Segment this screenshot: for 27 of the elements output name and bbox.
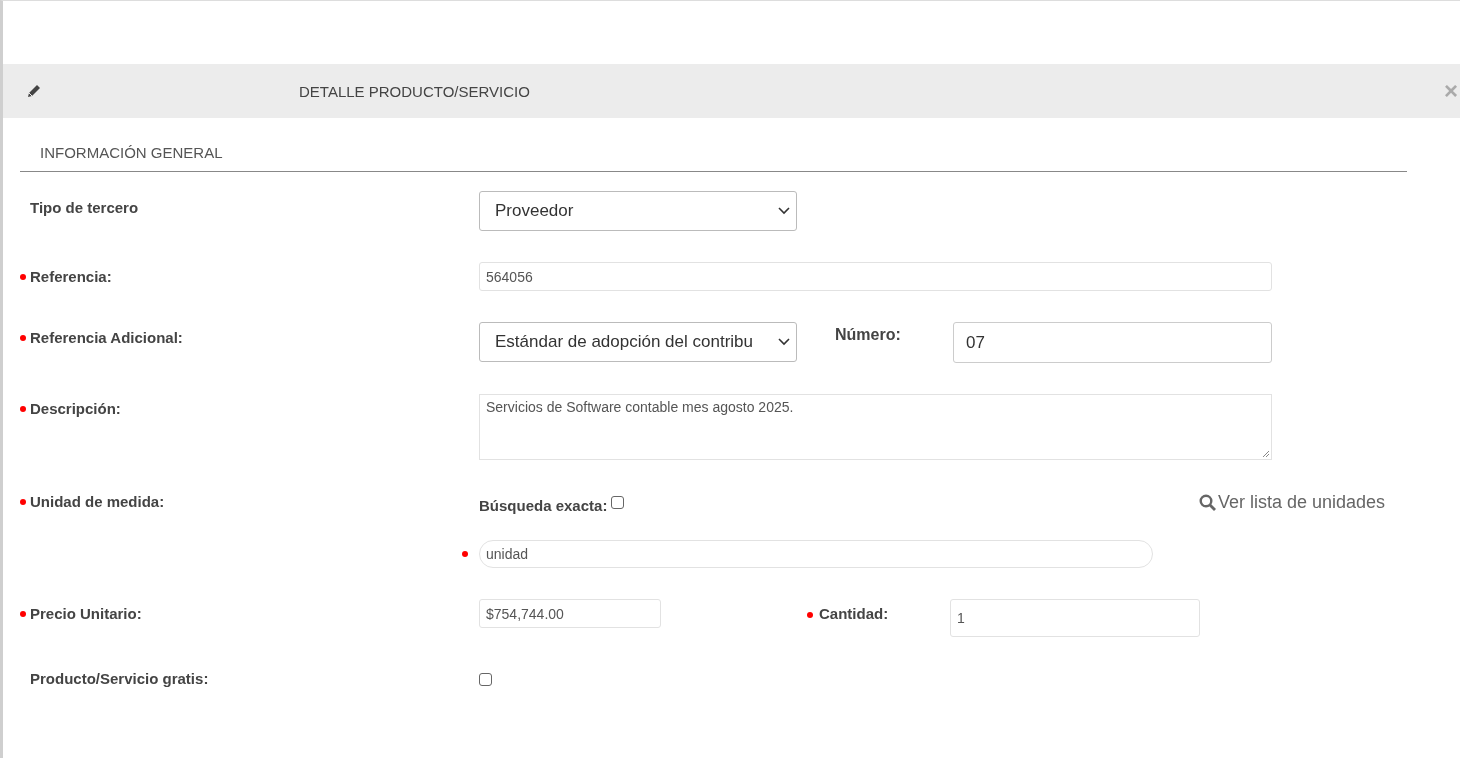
select-field[interactable]: Proveedor bbox=[479, 191, 797, 231]
checkbox[interactable] bbox=[479, 673, 492, 686]
input-field[interactable]: 07 bbox=[953, 322, 1272, 363]
resize-grip-icon[interactable] bbox=[1262, 450, 1270, 458]
section-title: INFORMACIÓN GENERAL bbox=[20, 118, 1407, 172]
field-label: Referencia Adicional: bbox=[30, 329, 183, 346]
dialog-title: DETALLE PRODUCTO/SERVICIO bbox=[299, 82, 530, 100]
input-field[interactable]: $754,744.00 bbox=[479, 599, 661, 628]
field-label: Descripción: bbox=[30, 400, 121, 417]
input-field[interactable]: 564056 bbox=[479, 262, 1272, 291]
units-link[interactable]: Ver lista de unidades bbox=[1198, 492, 1385, 513]
search-icon bbox=[1198, 494, 1216, 511]
select-field[interactable]: Estándar de adopción del contribu bbox=[479, 322, 797, 362]
field-label: Producto/Servicio gratis: bbox=[30, 670, 209, 687]
field-label: Número: bbox=[835, 326, 902, 344]
field-label: Cantidad: bbox=[819, 605, 889, 622]
pencil-icon bbox=[26, 83, 42, 99]
caret-icon bbox=[778, 338, 790, 346]
field-label: Búsqueda exacta: bbox=[479, 497, 608, 514]
caret-icon bbox=[778, 207, 790, 215]
checkbox[interactable] bbox=[611, 496, 625, 509]
field-label: Tipo de tercero bbox=[30, 199, 139, 216]
textarea-field[interactable]: Servicios de Software contable mes agosto 2025. bbox=[479, 394, 1272, 460]
field-label: Referencia: bbox=[30, 268, 112, 285]
field-label: Unidad de medida: bbox=[30, 493, 165, 510]
input-field[interactable]: 1 bbox=[950, 599, 1200, 637]
field-label: Precio Unitario: bbox=[30, 605, 142, 622]
